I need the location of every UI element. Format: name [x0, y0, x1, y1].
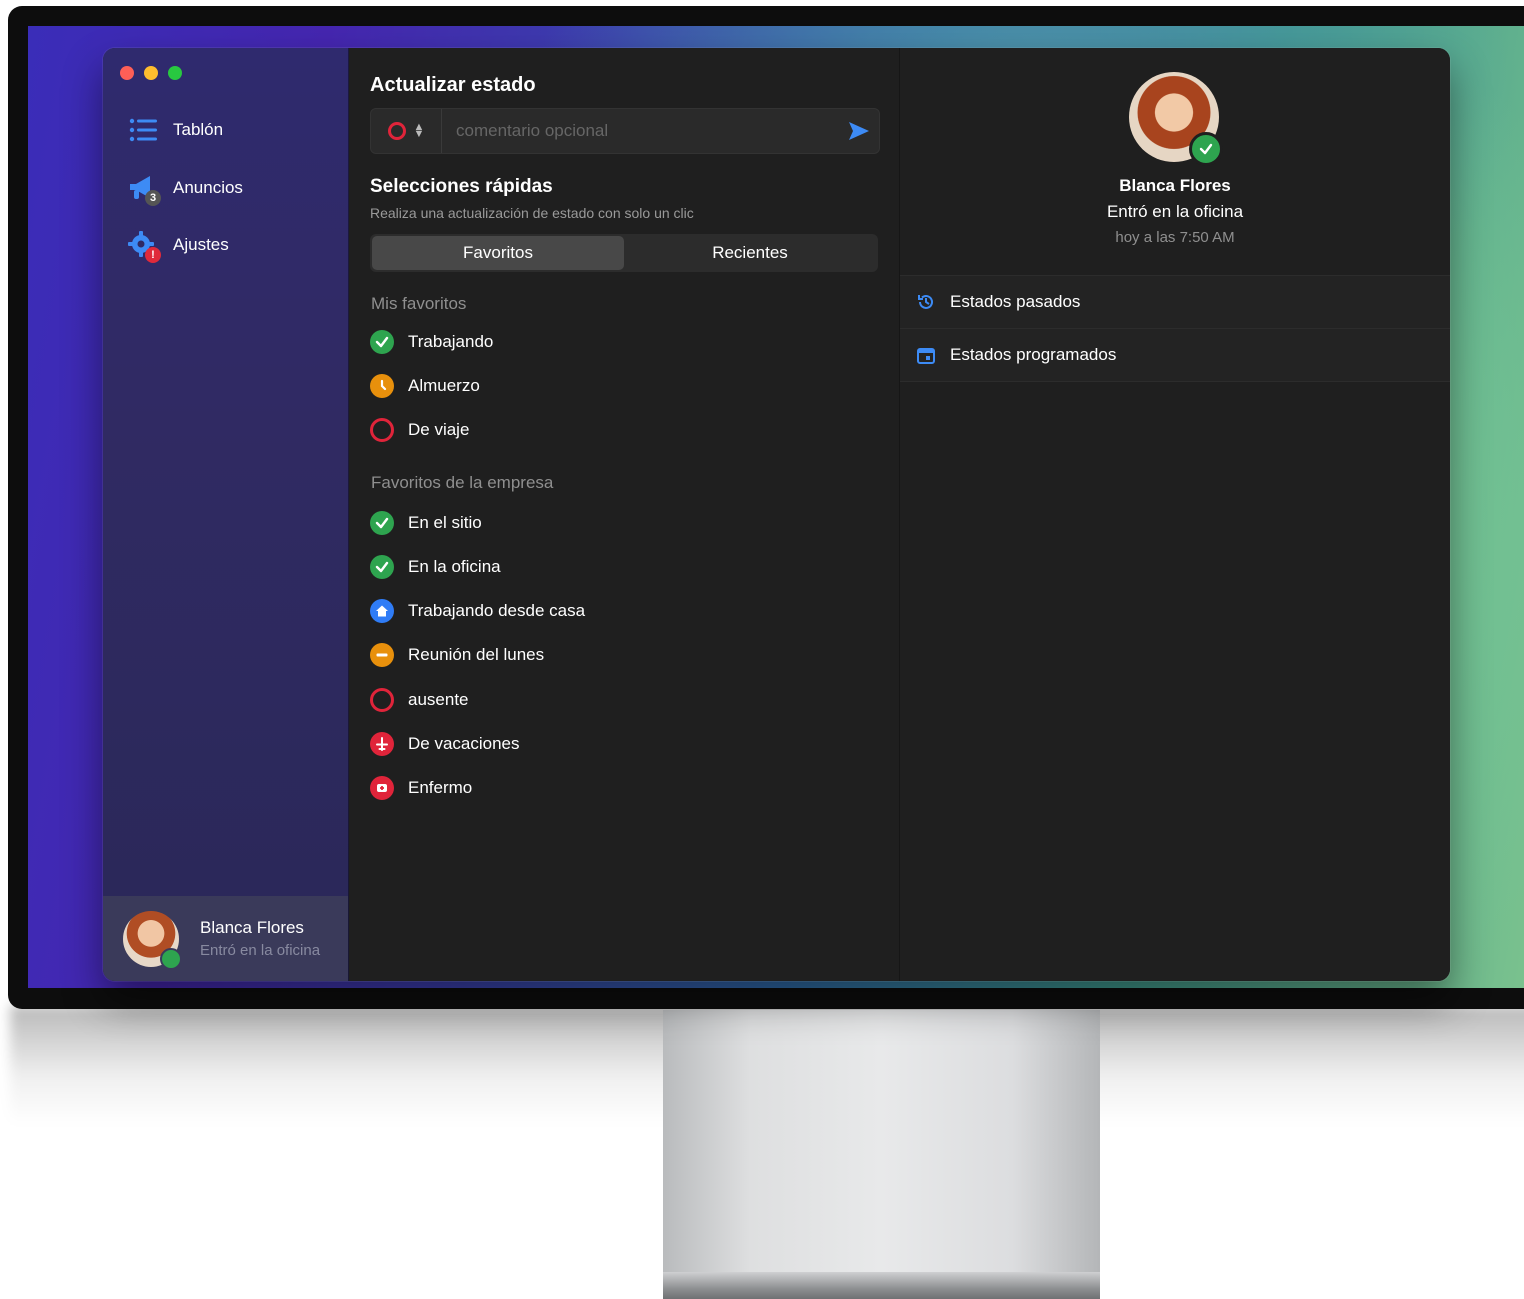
company-favorite-reunion-del-lunes[interactable]: Reunión del lunes: [370, 643, 544, 667]
chevron-updown-icon: ▲ ▼: [413, 121, 425, 140]
gear-icon: !: [127, 229, 161, 263]
status-input-row: ▲ ▼: [370, 108, 880, 154]
favorite-label: En la oficina: [408, 557, 501, 576]
sidebar-item-anuncios[interactable]: 3 Anuncios: [127, 171, 243, 206]
check-icon: [370, 555, 394, 579]
favorite-label: Trabajando desde casa: [408, 601, 586, 620]
comment-input[interactable]: [442, 110, 839, 152]
profile-name: Blanca Flores: [200, 918, 304, 937]
status-panel: Actualizar estado ▲▼ Selecciones rápidas…: [349, 48, 900, 981]
status-check-icon: [160, 947, 182, 970]
favorite-trabajando[interactable]: Trabajando: [370, 330, 493, 354]
close-button[interactable]: [120, 66, 134, 80]
sidebar-item-tablon[interactable]: Tablón: [127, 113, 223, 147]
past-statuses-row[interactable]: Estados pasados: [900, 275, 1450, 328]
check-icon: [370, 511, 394, 535]
detail-status: Entró en la oficina: [1106, 202, 1244, 221]
tab-recientes[interactable]: Recientes: [624, 236, 876, 270]
row-label: Estados pasados: [950, 292, 1081, 311]
status-picker[interactable]: ▲ ▼: [371, 109, 442, 153]
check-icon: [370, 330, 394, 354]
quick-picks-description: Realiza una actualización de estado con …: [370, 205, 694, 221]
scheduled-statuses-row[interactable]: Estados programados: [900, 328, 1450, 381]
anuncios-badge: 3: [145, 190, 161, 206]
app-window: Tablón 3 Anuncios ! Ajustes Blanca Flore…: [103, 48, 1450, 981]
company-favorite-en-el-sitio[interactable]: En el sitio: [370, 511, 482, 535]
segmented-control: Favoritos Recientes: [370, 234, 878, 272]
avatar: [1129, 72, 1223, 166]
medical-icon: [370, 776, 394, 800]
minimize-button[interactable]: [144, 66, 158, 80]
megaphone-icon: 3: [127, 172, 161, 206]
ring-icon: [370, 418, 394, 442]
favorite-label: De viaje: [408, 420, 470, 439]
plane-icon: [370, 732, 394, 756]
list-icon: [127, 114, 159, 146]
divider: [900, 381, 1450, 382]
company-favorite-de-vacaciones[interactable]: De vacaciones: [370, 732, 520, 756]
home-icon: [370, 599, 394, 623]
sidebar-profile[interactable]: Blanca Flores Entró en la oficina: [103, 896, 348, 981]
detail-panel: Blanca Flores Entró en la oficina hoy a …: [900, 48, 1450, 981]
favorite-almuerzo[interactable]: Almuerzo: [370, 374, 480, 398]
favorite-label: Trabajando: [408, 332, 494, 351]
status-check-icon: [1189, 132, 1223, 166]
favorite-de-viaje[interactable]: De viaje: [370, 418, 469, 442]
minus-icon: [370, 643, 394, 667]
history-icon: [916, 292, 936, 312]
monitor-stand-base: [663, 1272, 1100, 1299]
favorite-label: Reunión del lunes: [408, 645, 545, 664]
sidebar: Tablón 3 Anuncios ! Ajustes Blanca Flore…: [103, 48, 349, 981]
zoom-button[interactable]: [168, 66, 182, 80]
row-label: Estados programados: [950, 345, 1117, 364]
sidebar-item-label: Ajustes: [173, 235, 229, 254]
profile-status: Entró en la oficina: [200, 942, 321, 959]
company-favorite-trabajando-desde-casa[interactable]: Trabajando desde casa: [370, 599, 585, 623]
favorite-label: ausente: [408, 690, 469, 709]
company-favorites-label: Favoritos de la empresa: [371, 473, 554, 492]
favorite-label: De vacaciones: [408, 734, 520, 753]
company-favorite-en-la-oficina[interactable]: En la oficina: [370, 555, 501, 579]
detail-time: hoy a las 7:50 AM: [1115, 229, 1235, 246]
favorite-label: Almuerzo: [408, 376, 480, 395]
tab-favoritos[interactable]: Favoritos: [372, 236, 624, 270]
ring-icon: [370, 688, 394, 712]
avatar: [123, 910, 182, 970]
sidebar-item-ajustes[interactable]: ! Ajustes: [127, 228, 229, 263]
sidebar-item-label: Tablón: [173, 120, 224, 139]
favorite-label: Enfermo: [408, 778, 473, 797]
company-favorite-enfermo[interactable]: Enfermo: [370, 776, 472, 800]
my-favorites-label: Mis favoritos: [371, 294, 467, 313]
send-button[interactable]: [839, 121, 879, 141]
update-status-title: Actualizar estado: [370, 74, 536, 96]
window-controls: [120, 66, 182, 80]
favorite-label: En el sitio: [408, 513, 482, 532]
company-favorite-ausente[interactable]: ausente: [370, 688, 469, 712]
detail-name: Blanca Flores: [1119, 176, 1231, 195]
sidebar-item-label: Anuncios: [173, 178, 243, 197]
send-icon: [849, 122, 869, 140]
quick-picks-title: Selecciones rápidas: [370, 176, 553, 197]
clock-icon: [370, 374, 394, 398]
ring-icon: [387, 122, 406, 140]
calendar-icon: [916, 345, 936, 365]
ajustes-badge: !: [145, 247, 161, 263]
monitor-stand: [663, 1010, 1100, 1299]
